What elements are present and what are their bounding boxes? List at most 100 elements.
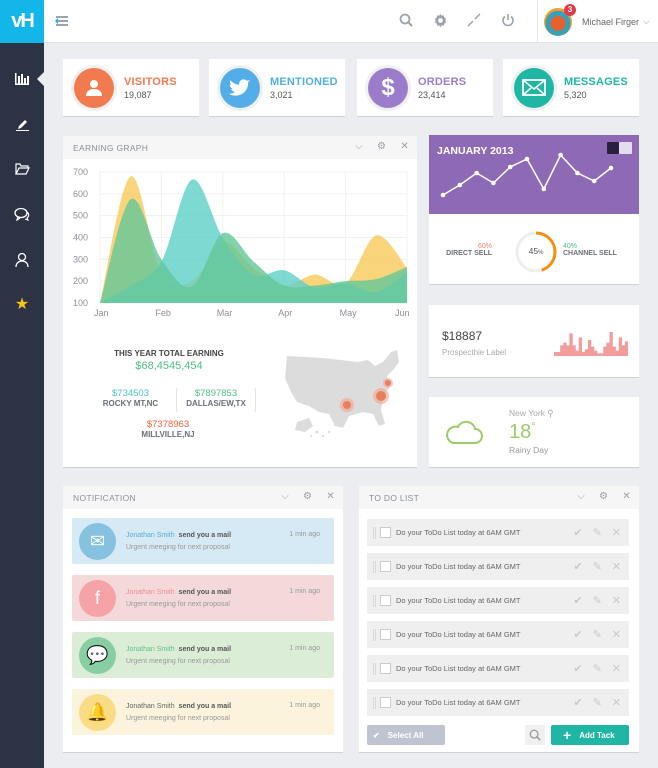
check-icon[interactable]: ✔	[573, 696, 582, 709]
notification-action: send you a mail	[178, 588, 232, 596]
check-icon[interactable]: ✔	[573, 628, 582, 641]
close-icon[interactable]: ✕	[326, 491, 335, 502]
check-icon[interactable]: ✔	[573, 526, 582, 539]
spark-bar	[597, 353, 601, 356]
menu-toggle-icon[interactable]	[52, 14, 68, 28]
y-tick-label: 700	[73, 167, 88, 177]
search-icon[interactable]	[396, 10, 416, 30]
delete-icon[interactable]: ✕	[612, 526, 621, 539]
collapse-icon[interactable]: ⌵	[281, 491, 289, 502]
drag-handle[interactable]	[373, 662, 376, 675]
stat-card-orders[interactable]: $ ORDERS 23,414	[357, 59, 493, 117]
notification-item[interactable]: 🔔 Jonathan Smith send you a mail Urgent …	[72, 689, 334, 735]
close-icon[interactable]: ✕	[622, 491, 631, 502]
delete-icon[interactable]: ✕	[612, 560, 621, 573]
channel-sell-label: CHANNEL SELL	[563, 250, 617, 257]
sidebar-item-favorites[interactable]: ★	[0, 284, 44, 324]
temp-value: 18	[509, 421, 532, 443]
avatar[interactable]: 3	[544, 3, 576, 36]
sidebar-item-chat[interactable]	[0, 194, 44, 234]
select-all-button[interactable]: ✔ Select All	[367, 725, 445, 745]
spark-bar	[572, 345, 576, 356]
prospect-sparkline	[554, 332, 628, 356]
gear-icon[interactable]: ⚙	[377, 141, 386, 152]
channel-sell-pct: 40%	[563, 243, 578, 250]
pencil-icon[interactable]: ✎	[593, 594, 602, 607]
chevron-down-icon[interactable]: ⌵	[643, 16, 650, 27]
cloud-icon	[446, 420, 483, 444]
check-icon[interactable]: ✔	[573, 594, 582, 607]
sender-name[interactable]: Jonathan Smith	[126, 589, 175, 596]
delete-icon[interactable]: ✕	[612, 628, 621, 641]
stat-card-mentioned[interactable]: MENTIONED 3,021	[209, 59, 345, 117]
app-logo[interactable]: vH	[0, 0, 44, 43]
sender-name[interactable]: Jonathan Smith	[126, 703, 175, 710]
weather-temp: 18°	[509, 421, 536, 444]
check-icon[interactable]: ✔	[573, 662, 582, 675]
spark-bar	[575, 350, 579, 356]
divider	[255, 388, 256, 412]
pencil-icon[interactable]: ✎	[593, 662, 602, 675]
stat-card-visitors[interactable]: VISITORS 19,087	[63, 59, 199, 117]
drag-handle[interactable]	[373, 526, 376, 539]
delete-icon[interactable]: ✕	[612, 696, 621, 709]
todo-checkbox[interactable]	[380, 527, 391, 538]
todo-checkbox[interactable]	[380, 697, 391, 708]
sidebar-item-edit[interactable]	[0, 104, 44, 144]
notification-item[interactable]: 💬 Jonathan Smith send you a mail Urgent …	[72, 632, 334, 678]
close-icon[interactable]: ✕	[400, 141, 409, 152]
todo-checkbox[interactable]	[380, 595, 391, 606]
pencil-icon[interactable]: ✎	[593, 560, 602, 573]
panel-title: EARNING GRAPH	[73, 142, 149, 153]
prospect-card: $18887 Prospecthie Label	[429, 305, 639, 378]
notification-item[interactable]: f Jonathan Smith send you a mail Urgent …	[72, 575, 334, 621]
stat-card-messages[interactable]: MESSAGES 5,320	[503, 59, 639, 117]
pencil-icon[interactable]: ✎	[593, 696, 602, 709]
sender-name[interactable]: Jonathan Smith	[126, 646, 175, 653]
total-earning-label: THIS YEAR TOTAL EARNING	[114, 349, 224, 358]
location-pin-icon: ⚲	[547, 408, 554, 418]
panel-header: EARNING GRAPH ⌵ ⚙ ✕	[63, 136, 417, 159]
y-tick-label: 100	[73, 298, 88, 308]
gear-icon[interactable]: ⚙	[303, 491, 312, 502]
notification-item[interactable]: ✉ Jonathan Smith send you a mail Urgent …	[72, 518, 334, 564]
sender-name[interactable]: Jonathan Smith	[126, 532, 175, 539]
todo-search-button[interactable]	[525, 725, 545, 745]
delete-icon[interactable]: ✕	[612, 594, 621, 607]
todo-checkbox[interactable]	[380, 663, 391, 674]
drag-handle[interactable]	[373, 560, 376, 573]
sidebar-item-user[interactable]	[0, 239, 44, 279]
spark-bar	[578, 337, 582, 356]
drag-handle[interactable]	[373, 696, 376, 709]
user-name: Michael Firger	[582, 16, 640, 27]
compress-icon[interactable]	[464, 10, 484, 30]
check-icon[interactable]: ✔	[573, 560, 582, 573]
todo-checkbox[interactable]	[380, 629, 391, 640]
collapse-icon[interactable]: ⌵	[577, 491, 585, 502]
todo-checkbox[interactable]	[380, 561, 391, 572]
channel-sell: 40% CHANNEL SELL	[563, 243, 617, 257]
y-tick-label: 200	[73, 276, 88, 286]
pencil-icon[interactable]: ✎	[593, 526, 602, 539]
user-menu[interactable]: 3 Michael Firger ⌵	[537, 0, 658, 43]
prospect-value: $18887	[442, 329, 483, 343]
stat-value: 19,087	[124, 89, 152, 100]
add-task-button[interactable]: + Add Tack	[551, 725, 629, 745]
spark-bar	[609, 332, 613, 356]
sidebar-item-dashboard[interactable]	[0, 59, 44, 99]
gear-icon[interactable]	[430, 10, 450, 30]
sidebar-item-files[interactable]	[0, 149, 44, 189]
search-icon	[529, 729, 541, 741]
spark-bar	[618, 337, 623, 356]
notification-badge: 3	[564, 3, 576, 16]
power-icon[interactable]	[498, 10, 518, 30]
spark-bar	[557, 352, 561, 356]
delete-icon[interactable]: ✕	[612, 662, 621, 675]
gear-icon[interactable]: ⚙	[599, 491, 608, 502]
drag-handle[interactable]	[373, 594, 376, 607]
collapse-icon[interactable]: ⌵	[355, 141, 363, 152]
drag-handle[interactable]	[373, 628, 376, 641]
location-value: $7897853	[194, 388, 238, 399]
top-bar: vH 3 Michael Firger ⌵	[0, 0, 658, 43]
pencil-icon[interactable]: ✎	[593, 628, 602, 641]
